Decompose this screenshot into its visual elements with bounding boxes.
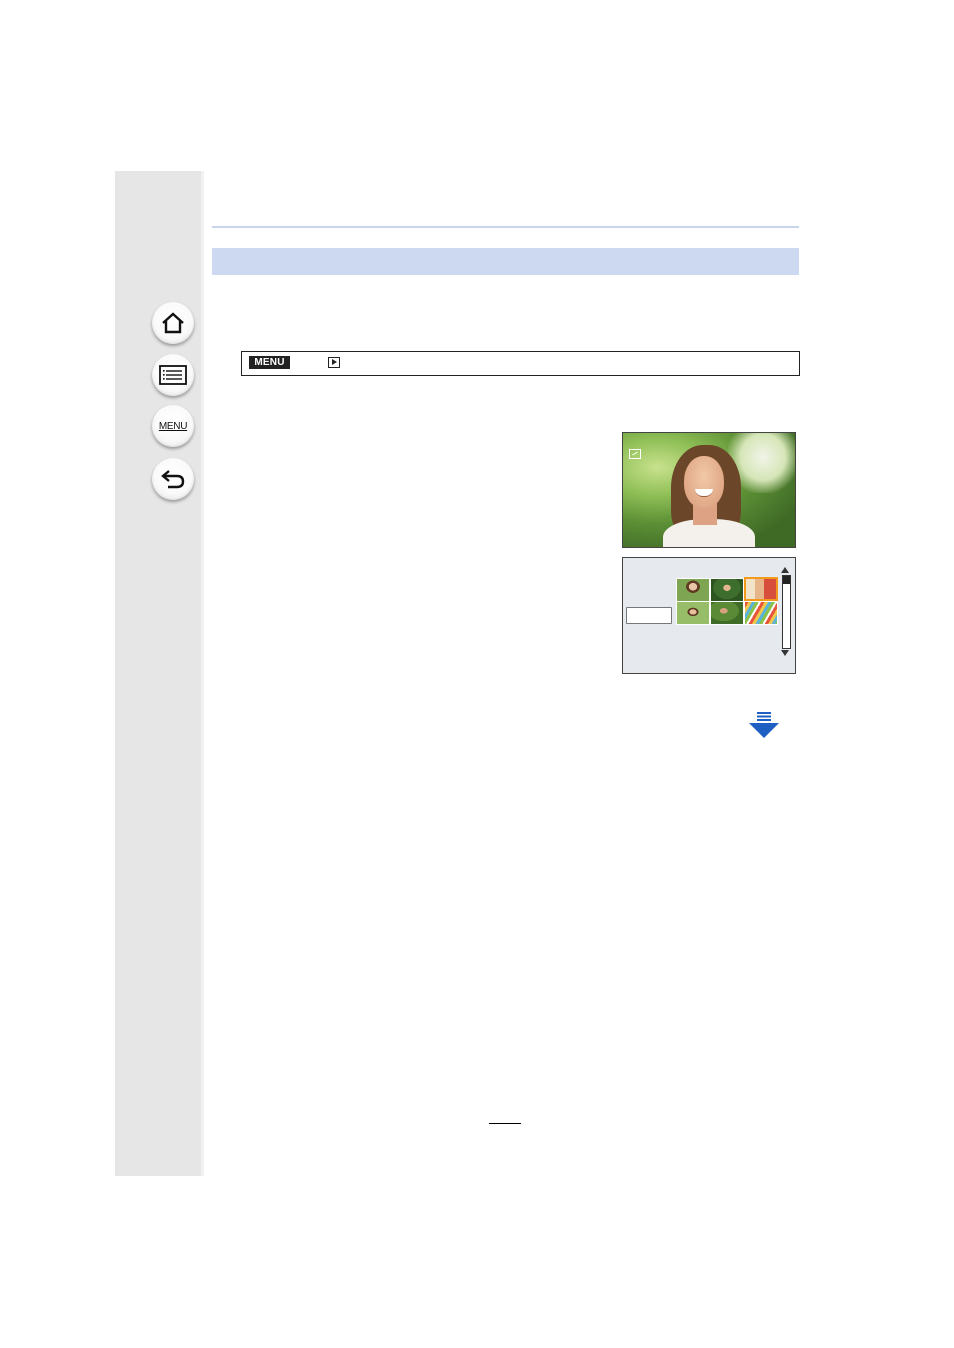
thumbnail[interactable] [744, 601, 778, 625]
thumbnail[interactable] [710, 578, 744, 602]
photo-subject-face [684, 456, 724, 508]
menu-path: MENU [241, 351, 800, 376]
back-arrow-icon [161, 470, 185, 489]
home-icon [162, 312, 184, 334]
sidebar-edge [201, 171, 204, 1176]
list-icon [159, 365, 187, 385]
thumbnail[interactable] [676, 601, 710, 625]
section-heading-bar [212, 248, 799, 275]
scroll-down-arrow-icon[interactable] [781, 650, 789, 656]
image-selection-screen [622, 557, 796, 674]
menu-list-icon: MENU [158, 420, 188, 432]
menu-button[interactable]: MENU [152, 405, 194, 447]
next-page-arrow-icon [749, 712, 779, 738]
selection-button[interactable] [626, 607, 672, 624]
scrollbar[interactable] [782, 575, 791, 649]
playback-photo-screen [622, 432, 796, 548]
contents-button[interactable] [152, 354, 194, 396]
header-rule [212, 226, 799, 228]
thumbnail-selected[interactable] [744, 577, 778, 601]
scroll-up-arrow-icon[interactable] [781, 567, 789, 573]
thumbnail[interactable] [710, 601, 744, 625]
picture-status-icon [629, 449, 641, 459]
home-button[interactable] [152, 302, 194, 344]
page-number-underline [489, 1112, 521, 1124]
scroll-thumb[interactable] [783, 576, 790, 584]
playback-icon [328, 357, 340, 368]
thumbnail[interactable] [676, 578, 710, 602]
back-button[interactable] [152, 458, 194, 500]
menu-badge: MENU [249, 356, 290, 369]
next-page-button[interactable] [748, 712, 780, 740]
